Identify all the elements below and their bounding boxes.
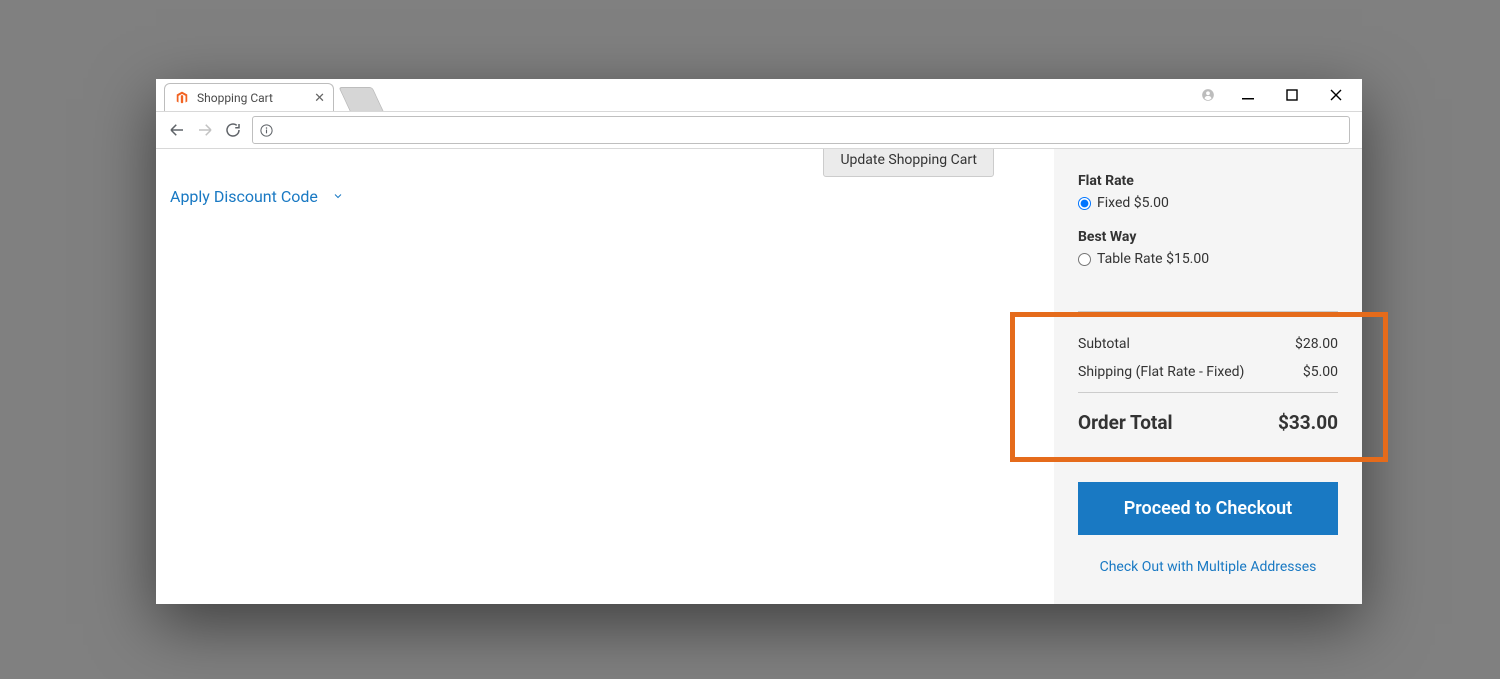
chevron-down-icon [332,187,344,206]
back-icon[interactable] [168,121,186,139]
shipping-group-bestway: Best Way [1078,229,1338,245]
totals-block: Subtotal $28.00 Shipping (Flat Rate - Fi… [1078,311,1338,446]
close-icon[interactable]: ✕ [314,91,325,104]
subtotal-label: Subtotal [1078,336,1130,352]
main-column: Update Shopping Cart Apply Discount Code [156,149,1054,604]
shipping-option-fixed-label[interactable]: Fixed $5.00 [1097,195,1169,211]
tab-strip: Shopping Cart ✕ [156,79,1362,111]
shipping-option-fixed[interactable] [1078,197,1091,210]
minimize-icon[interactable] [1226,79,1270,111]
shipping-group-flat: Flat Rate [1078,173,1338,189]
shipping-row: Shipping (Flat Rate - Fixed) $5.00 [1078,358,1338,386]
shipping-option-table-label[interactable]: Table Rate $15.00 [1097,251,1209,267]
shipping-option-table[interactable] [1078,253,1091,266]
address-bar[interactable] [252,116,1350,144]
reload-icon[interactable] [224,121,242,139]
browser-toolbar [156,111,1362,149]
shipping-value: $5.00 [1303,364,1338,380]
new-tab-button[interactable] [338,87,383,111]
browser-tab[interactable]: Shopping Cart ✕ [164,83,334,111]
maximize-icon[interactable] [1270,79,1314,111]
shipping-label: Shipping (Flat Rate - Fixed) [1078,364,1244,380]
browser-window: Shopping Cart ✕ [156,79,1362,604]
discount-label: Apply Discount Code [170,187,318,206]
user-icon[interactable] [1190,79,1226,111]
url-input[interactable] [280,117,1343,143]
apply-discount-toggle[interactable]: Apply Discount Code [170,187,1040,206]
summary-sidebar: Flat Rate Fixed $5.00 Best Way Table Rat… [1054,149,1362,604]
window-close-icon[interactable] [1314,79,1358,111]
multiple-addresses-link[interactable]: Check Out with Multiple Addresses [1078,559,1338,575]
forward-icon [196,121,214,139]
subtotal-value: $28.00 [1295,336,1338,352]
order-total-value: $33.00 [1278,411,1338,434]
page-content: Update Shopping Cart Apply Discount Code… [156,149,1362,604]
update-cart-button[interactable]: Update Shopping Cart [823,149,994,177]
order-total-label: Order Total [1078,411,1173,434]
order-total-row: Order Total $33.00 [1078,393,1338,446]
subtotal-row: Subtotal $28.00 [1078,330,1338,358]
magento-icon [175,91,189,105]
info-icon[interactable] [259,123,274,138]
proceed-to-checkout-button[interactable]: Proceed to Checkout [1078,482,1338,535]
tab-title: Shopping Cart [197,91,306,105]
